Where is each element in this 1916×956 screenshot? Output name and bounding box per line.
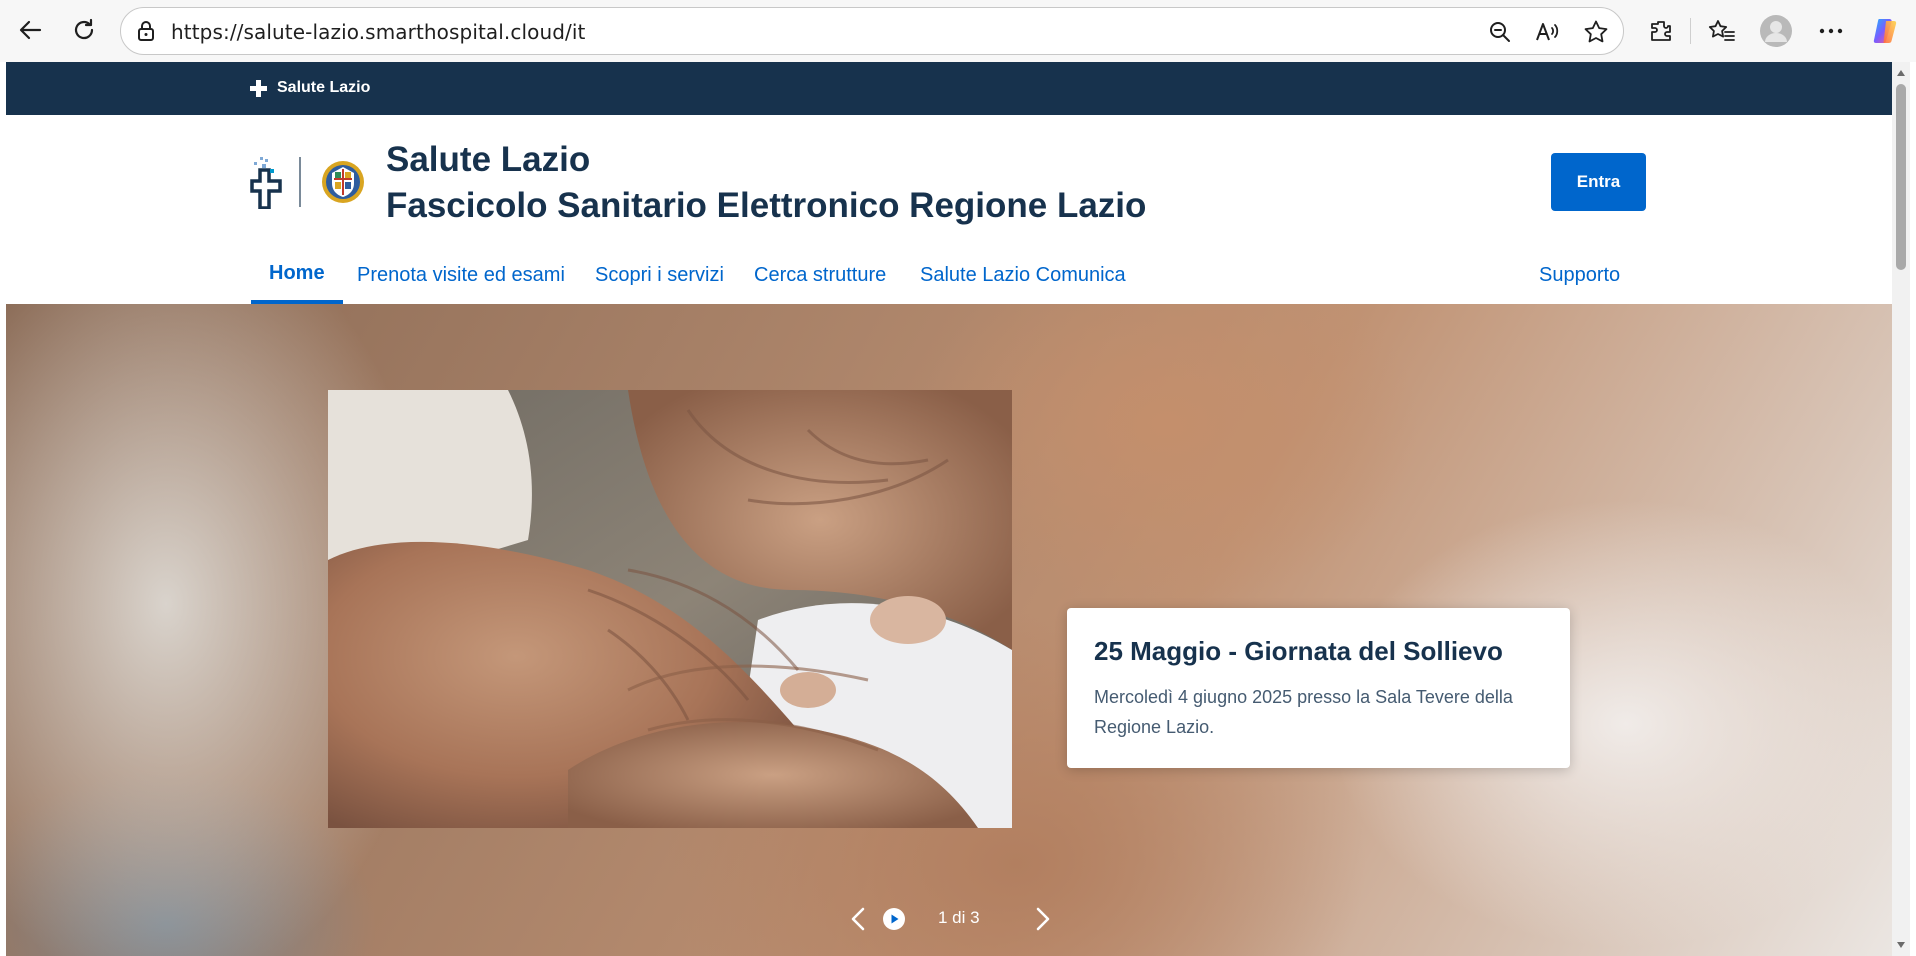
nav-item-comunica[interactable]: Salute Lazio Comunica bbox=[920, 246, 1126, 304]
back-icon[interactable] bbox=[12, 12, 48, 48]
carousel-prev-icon[interactable] bbox=[849, 904, 867, 934]
nav-item-supporto[interactable]: Supporto bbox=[1539, 246, 1620, 304]
slim-header: Salute Lazio bbox=[6, 62, 1892, 115]
hero-carousel: 25 Maggio - Giornata del Sollievo Mercol… bbox=[6, 304, 1892, 956]
page-viewport: Salute Lazio Salute Lazio Fascicolo Sani… bbox=[6, 62, 1892, 956]
read-aloud-icon[interactable] bbox=[1533, 17, 1563, 47]
slide-caption-card[interactable]: 25 Maggio - Giornata del Sollievo Mercol… bbox=[1067, 608, 1570, 768]
browser-toolbar: https://salute-lazio.smarthospital.cloud… bbox=[0, 0, 1916, 62]
scroll-up-icon[interactable] bbox=[1896, 68, 1906, 78]
slim-brand-link[interactable]: Salute Lazio bbox=[250, 79, 370, 97]
slide-title[interactable]: 25 Maggio - Giornata del Sollievo bbox=[1094, 636, 1503, 667]
nav-item-home[interactable]: Home bbox=[251, 246, 343, 304]
site-title-line1: Salute Lazio bbox=[386, 140, 591, 179]
center-header: Salute Lazio Fascicolo Sanitario Elettro… bbox=[6, 115, 1892, 246]
copilot-icon[interactable] bbox=[1868, 13, 1904, 49]
slim-brand-label: Salute Lazio bbox=[277, 79, 371, 96]
site-title-line2: Fascicolo Sanitario Elettronico Regione … bbox=[386, 186, 1147, 225]
address-bar[interactable]: https://salute-lazio.smarthospital.cloud… bbox=[120, 7, 1624, 55]
site-title[interactable]: Salute Lazio Fascicolo Sanitario Elettro… bbox=[386, 137, 1146, 229]
favorite-star-icon[interactable] bbox=[1581, 17, 1611, 47]
profile-icon[interactable] bbox=[1758, 13, 1794, 49]
cross-icon bbox=[250, 79, 267, 97]
carousel-next-icon[interactable] bbox=[1034, 904, 1052, 934]
login-button[interactable]: Entra bbox=[1551, 153, 1646, 211]
toolbar-divider bbox=[1690, 18, 1691, 44]
url-text[interactable]: https://salute-lazio.smarthospital.cloud… bbox=[171, 20, 586, 44]
salute-lazio-logo-icon[interactable] bbox=[250, 157, 284, 213]
more-icon[interactable] bbox=[1813, 13, 1849, 49]
main-navbar: Home Prenota visite ed esami Scopri i se… bbox=[6, 246, 1892, 304]
favorites-icon[interactable] bbox=[1704, 13, 1740, 49]
nav-item-prenota[interactable]: Prenota visite ed esami bbox=[357, 246, 565, 304]
carousel-pager: 1 di 3 bbox=[938, 908, 980, 927]
logo-divider bbox=[299, 157, 301, 207]
refresh-icon[interactable] bbox=[66, 12, 102, 48]
scroll-down-icon[interactable] bbox=[1896, 940, 1906, 950]
carousel-play-icon[interactable] bbox=[882, 904, 906, 934]
scroll-thumb[interactable] bbox=[1896, 84, 1906, 270]
lock-icon[interactable] bbox=[135, 19, 157, 47]
page-scrollbar[interactable] bbox=[1892, 62, 1910, 956]
zoom-out-icon[interactable] bbox=[1485, 17, 1515, 47]
slide-description: Mercoledì 4 giugno 2025 presso la Sala T… bbox=[1094, 687, 1513, 737]
extensions-icon[interactable] bbox=[1643, 13, 1679, 49]
nav-item-servizi[interactable]: Scopri i servizi bbox=[595, 246, 724, 304]
nav-item-strutture[interactable]: Cerca strutture bbox=[754, 246, 886, 304]
regione-lazio-emblem-icon bbox=[320, 157, 366, 211]
slide-photo bbox=[328, 390, 1012, 828]
